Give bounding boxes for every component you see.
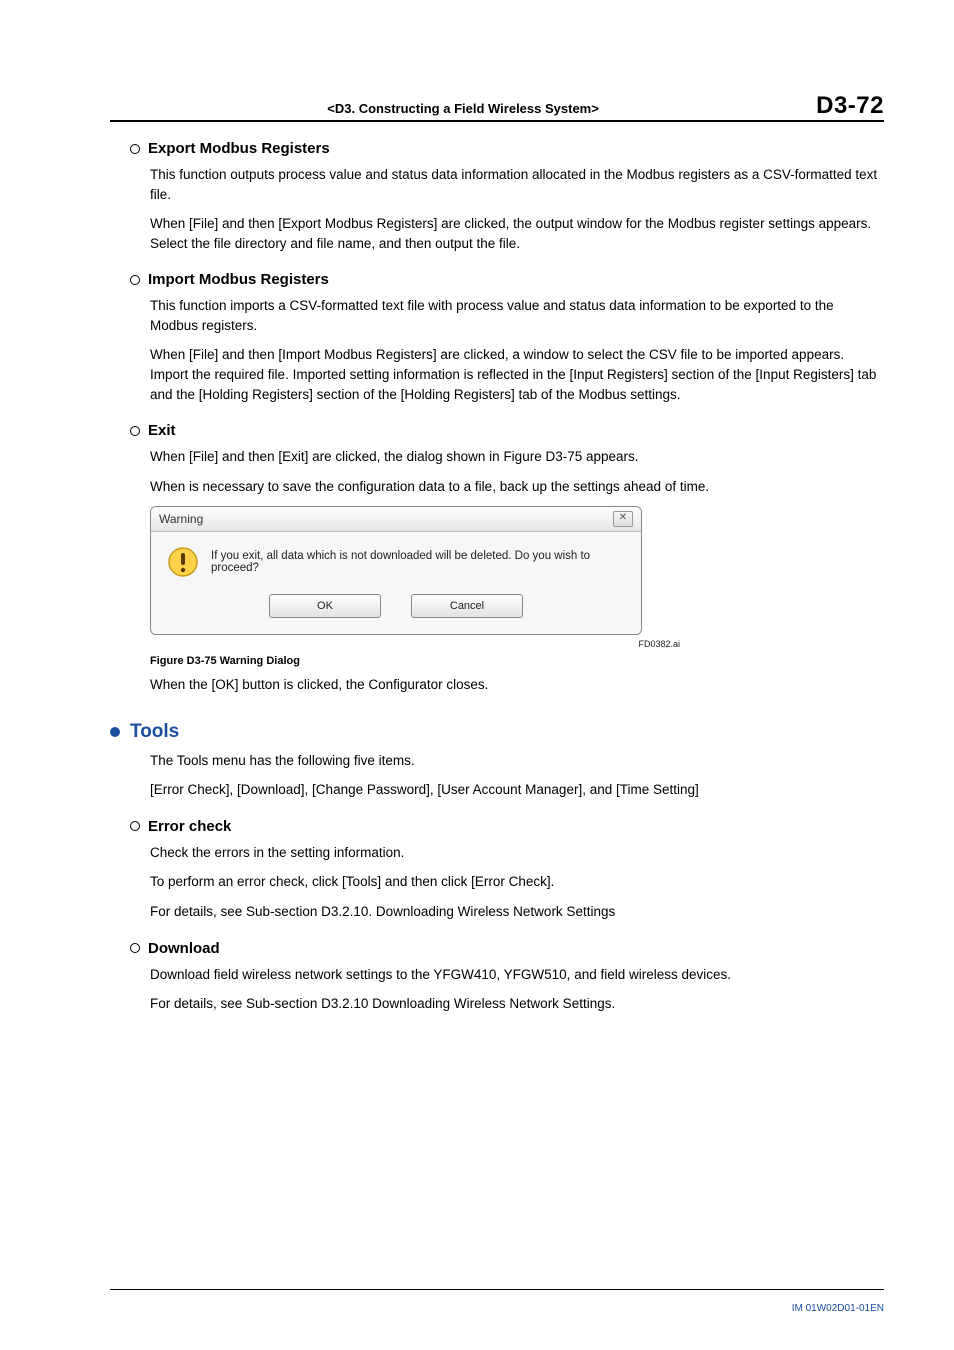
para: When [File] and then [Export Modbus Regi… bbox=[150, 214, 884, 253]
circle-bullet-icon bbox=[130, 144, 140, 154]
circle-bullet-icon bbox=[130, 426, 140, 436]
circle-bullet-icon bbox=[130, 821, 140, 831]
footer-rule bbox=[110, 1289, 884, 1290]
dialog-message: If you exit, all data which is not downl… bbox=[211, 550, 625, 574]
para: [Error Check], [Download], [Change Passw… bbox=[150, 780, 884, 800]
heading-import-modbus: Import Modbus Registers bbox=[130, 271, 884, 288]
cancel-button[interactable]: Cancel bbox=[411, 594, 523, 618]
header-section-title: <D3. Constructing a Field Wireless Syste… bbox=[110, 101, 816, 116]
dialog-title-text: Warning bbox=[159, 512, 203, 526]
heading-export-modbus: Export Modbus Registers bbox=[130, 140, 884, 157]
para: This function outputs process value and … bbox=[150, 165, 884, 204]
blue-bullet-icon bbox=[110, 727, 120, 737]
header-rule bbox=[110, 120, 884, 122]
para: When is necessary to save the configurat… bbox=[150, 477, 884, 497]
heading-export-modbus-text: Export Modbus Registers bbox=[148, 140, 330, 157]
para: This function imports a CSV-formatted te… bbox=[150, 296, 884, 335]
warning-dialog-figure: Warning ✕ If you exit, all data which is… bbox=[150, 506, 884, 635]
heading-exit: Exit bbox=[130, 422, 884, 439]
figure-source-label: FD0382.ai bbox=[150, 639, 680, 649]
heading-exit-text: Exit bbox=[148, 422, 176, 439]
heading-error-check-text: Error check bbox=[148, 818, 231, 835]
heading-tools-text: Tools bbox=[130, 721, 179, 743]
para: When the [OK] button is clicked, the Con… bbox=[150, 675, 884, 695]
para: When [File] and then [Exit] are clicked,… bbox=[150, 447, 884, 467]
heading-tools: Tools bbox=[110, 721, 884, 743]
figure-caption: Figure D3-75 Warning Dialog bbox=[150, 655, 884, 667]
circle-bullet-icon bbox=[130, 275, 140, 285]
para: When [File] and then [Import Modbus Regi… bbox=[150, 345, 884, 404]
para: The Tools menu has the following five it… bbox=[150, 751, 884, 771]
para: To perform an error check, click [Tools]… bbox=[150, 872, 884, 892]
footer-doc-id: IM 01W02D01-01EN bbox=[792, 1303, 884, 1314]
ok-button[interactable]: OK bbox=[269, 594, 381, 618]
dialog-titlebar: Warning ✕ bbox=[151, 507, 641, 532]
circle-bullet-icon bbox=[130, 943, 140, 953]
para: For details, see Sub-section D3.2.10. Do… bbox=[150, 902, 884, 922]
para: For details, see Sub-section D3.2.10 Dow… bbox=[150, 994, 884, 1014]
heading-import-modbus-text: Import Modbus Registers bbox=[148, 271, 329, 288]
page-number: D3-72 bbox=[816, 92, 884, 120]
para: Check the errors in the setting informat… bbox=[150, 843, 884, 863]
warning-dialog: Warning ✕ If you exit, all data which is… bbox=[150, 506, 642, 635]
para: Download field wireless network settings… bbox=[150, 965, 884, 985]
heading-download-text: Download bbox=[148, 940, 220, 957]
heading-error-check: Error check bbox=[130, 818, 884, 835]
warning-icon bbox=[167, 546, 199, 578]
heading-download: Download bbox=[130, 940, 884, 957]
close-icon[interactable]: ✕ bbox=[613, 511, 633, 527]
